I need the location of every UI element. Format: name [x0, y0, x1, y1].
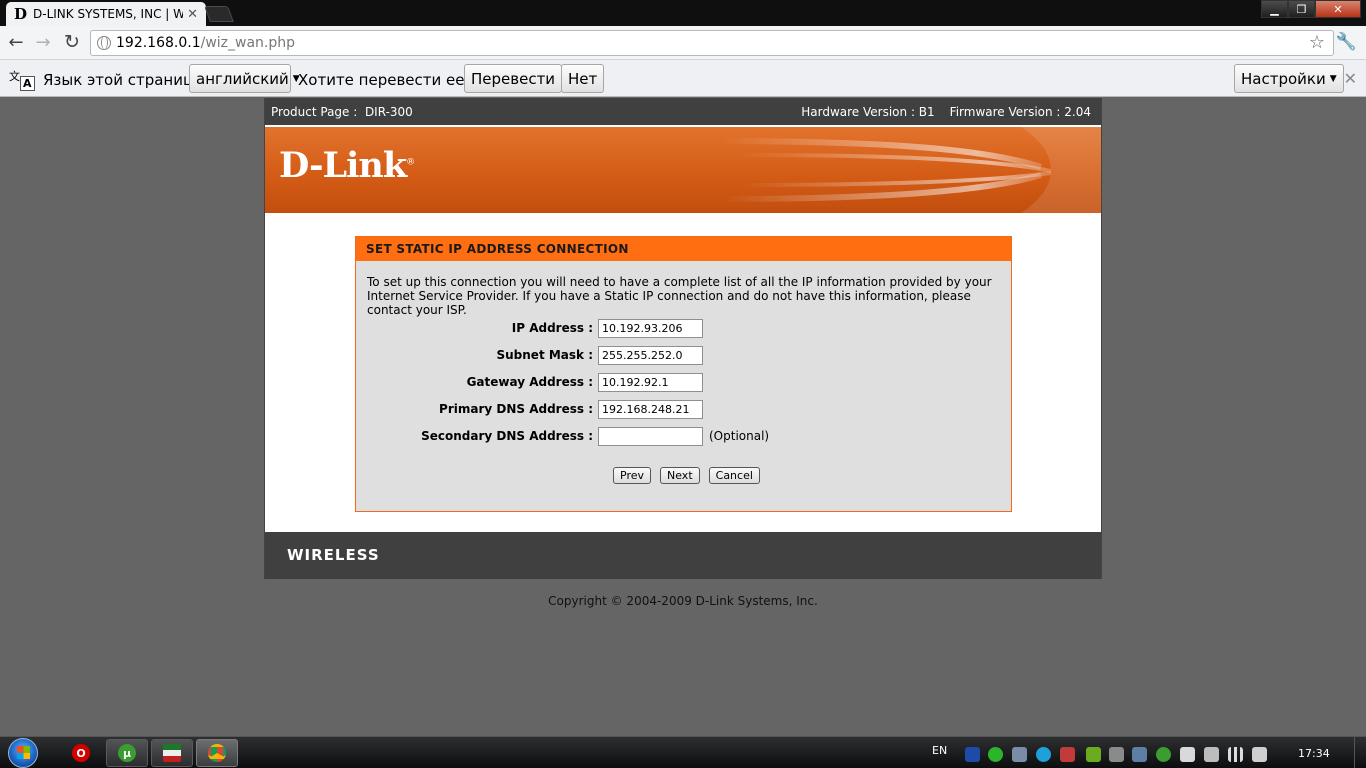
router-footer: WIRELESS — [265, 532, 1101, 579]
infobar-close-icon[interactable]: ✕ — [1344, 69, 1357, 88]
translate-infobar: 文A Язык этой страницы английский ▼ Хотите… — [0, 60, 1366, 97]
wizard-intro-text: To set up this connection you will need … — [367, 275, 992, 317]
language-indicator[interactable]: EN — [932, 744, 947, 757]
start-button[interactable] — [8, 738, 38, 768]
language-select-value: английский — [196, 69, 289, 88]
translate-question: Хотите перевести ее? — [298, 71, 473, 89]
cancel-button[interactable]: Cancel — [708, 467, 760, 484]
opera-icon: O — [72, 744, 90, 762]
taskbar-utorrent[interactable]: µ — [106, 739, 148, 767]
product-model: DIR-300 — [364, 104, 413, 119]
bluetooth-icon[interactable] — [965, 747, 980, 762]
address-bar[interactable]: 192.168.0.1/wiz_wan.php ☆ — [90, 30, 1334, 56]
product-page: Product Page : DIR-300 — [271, 104, 413, 119]
taskbar-chrome[interactable] — [196, 739, 238, 767]
butterfly-icon[interactable] — [988, 747, 1003, 762]
steam-icon[interactable] — [1109, 747, 1124, 762]
maximize-button[interactable]: ❐ — [1288, 0, 1315, 18]
url-path: /wiz_wan.php — [200, 35, 296, 51]
taskbar-flag-app[interactable] — [151, 739, 193, 767]
copyright-text: Copyright © 2004-2009 D-Link Systems, In… — [548, 594, 818, 608]
ip-address-label: IP Address : — [511, 321, 593, 335]
subnet-mask-label: Subnet Mask : — [496, 348, 593, 362]
tab-title: D-LINK SYSTEMS, INC | WIR — [33, 7, 184, 21]
url-host: 192.168.0.1 — [116, 35, 201, 51]
ip-address-row: IP Address : 10.192.93.206 — [356, 318, 703, 338]
gateway-address-input[interactable]: 10.192.92.1 — [598, 372, 703, 392]
wizard-buttons: Prev Next Cancel — [613, 467, 760, 484]
ip-address-input[interactable]: 10.192.93.206 — [598, 318, 703, 338]
network-signal-icon[interactable] — [1228, 747, 1243, 762]
chevron-down-icon: ▼ — [1329, 73, 1337, 84]
no-translate-button[interactable]: Нет — [561, 64, 605, 93]
show-desktop-button[interactable] — [1354, 737, 1366, 768]
firmware-version: Firmware Version : 2.04 — [949, 104, 1091, 119]
bookmark-star-icon[interactable]: ☆ — [1309, 32, 1325, 53]
chrome-icon — [208, 744, 226, 762]
primary-dns-input[interactable]: 192.168.248.21 — [598, 399, 703, 419]
windows-taskbar: O µ EN 17:34 — [0, 736, 1366, 768]
translate-button[interactable]: Перевести — [464, 64, 563, 93]
browser-titlebar: D D-LINK SYSTEMS, INC | WIR ✕ ▁ ❐ ✕ — [0, 0, 1366, 26]
gateway-address-label: Gateway Address : — [466, 375, 593, 389]
usb-device-icon[interactable] — [1204, 747, 1219, 762]
primary-dns-label: Primary DNS Address : — [439, 402, 593, 416]
translate-settings-label: Настройки — [1241, 69, 1326, 88]
router-page: Product Page : DIR-300 Hardware Version … — [264, 98, 1102, 579]
device-icon[interactable] — [1012, 747, 1027, 762]
page-language-label: Язык этой страницы — [43, 71, 206, 89]
prev-button[interactable]: Prev — [613, 467, 651, 484]
dlink-logo: D-Link® — [279, 145, 415, 186]
window-controls: ▁ ❐ ✕ — [1261, 0, 1361, 18]
banner-swoosh-graphic — [720, 127, 1101, 213]
browser-toolbar: ← → ↻ 192.168.0.1/wiz_wan.php ☆ 🔧 — [0, 26, 1366, 60]
optional-note: (Optional) — [709, 429, 770, 443]
forward-icon[interactable]: → — [32, 31, 54, 53]
reload-icon[interactable]: ↻ — [61, 31, 83, 53]
action-center-flag-icon[interactable] — [1180, 747, 1195, 762]
hardware-version: Hardware Version : B1 — [801, 104, 935, 119]
flag-app-icon — [163, 744, 181, 762]
skype-icon[interactable] — [1036, 747, 1051, 762]
utorrent-tray-icon[interactable] — [1156, 747, 1171, 762]
minimize-button[interactable]: ▁ — [1261, 0, 1288, 18]
next-button[interactable]: Next — [660, 467, 700, 484]
monitor-icon[interactable] — [1060, 747, 1075, 762]
back-icon[interactable]: ← — [5, 31, 27, 53]
static-ip-wizard: SET STATIC IP ADDRESS CONNECTION To set … — [355, 236, 1012, 512]
tab-close-icon[interactable]: ✕ — [187, 7, 198, 22]
primary-dns-row: Primary DNS Address : 192.168.248.21 — [356, 399, 703, 419]
dlink-banner: D-Link® — [265, 127, 1101, 213]
windows-logo-icon — [17, 746, 30, 759]
gateway-address-row: Gateway Address : 10.192.92.1 — [356, 372, 703, 392]
browser-tab[interactable]: D D-LINK SYSTEMS, INC | WIR ✕ — [6, 2, 206, 26]
globe-icon — [97, 36, 111, 50]
new-tab-button[interactable] — [204, 6, 234, 22]
translate-icon: 文A — [9, 68, 35, 91]
product-info-bar: Product Page : DIR-300 Hardware Version … — [265, 98, 1101, 125]
taskbar-clock[interactable]: 17:34 — [1298, 747, 1330, 760]
subnet-mask-row: Subnet Mask : 255.255.252.0 — [356, 345, 703, 365]
wireless-brand: WIRELESS — [287, 546, 380, 564]
dlink-favicon-icon: D — [14, 5, 28, 23]
nvidia-icon[interactable] — [1086, 747, 1101, 762]
close-window-button[interactable]: ✕ — [1315, 0, 1361, 18]
translate-settings-button[interactable]: Настройки ▼ — [1234, 64, 1344, 93]
wrench-menu-icon[interactable]: 🔧 — [1336, 32, 1357, 52]
secondary-dns-row: Secondary DNS Address : (Optional) — [356, 426, 769, 446]
subnet-mask-input[interactable]: 255.255.252.0 — [598, 345, 703, 365]
wizard-title: SET STATIC IP ADDRESS CONNECTION — [356, 237, 1011, 261]
utorrent-icon: µ — [118, 744, 136, 762]
secondary-dns-input[interactable] — [598, 426, 703, 446]
version-info: Hardware Version : B1 Firmware Version :… — [801, 105, 1091, 119]
volume-icon[interactable] — [1252, 747, 1267, 762]
network-share-icon[interactable] — [1132, 747, 1147, 762]
language-select[interactable]: английский ▼ — [189, 64, 300, 93]
secondary-dns-label: Secondary DNS Address : — [421, 429, 593, 443]
taskbar-opera[interactable]: O — [60, 739, 102, 767]
